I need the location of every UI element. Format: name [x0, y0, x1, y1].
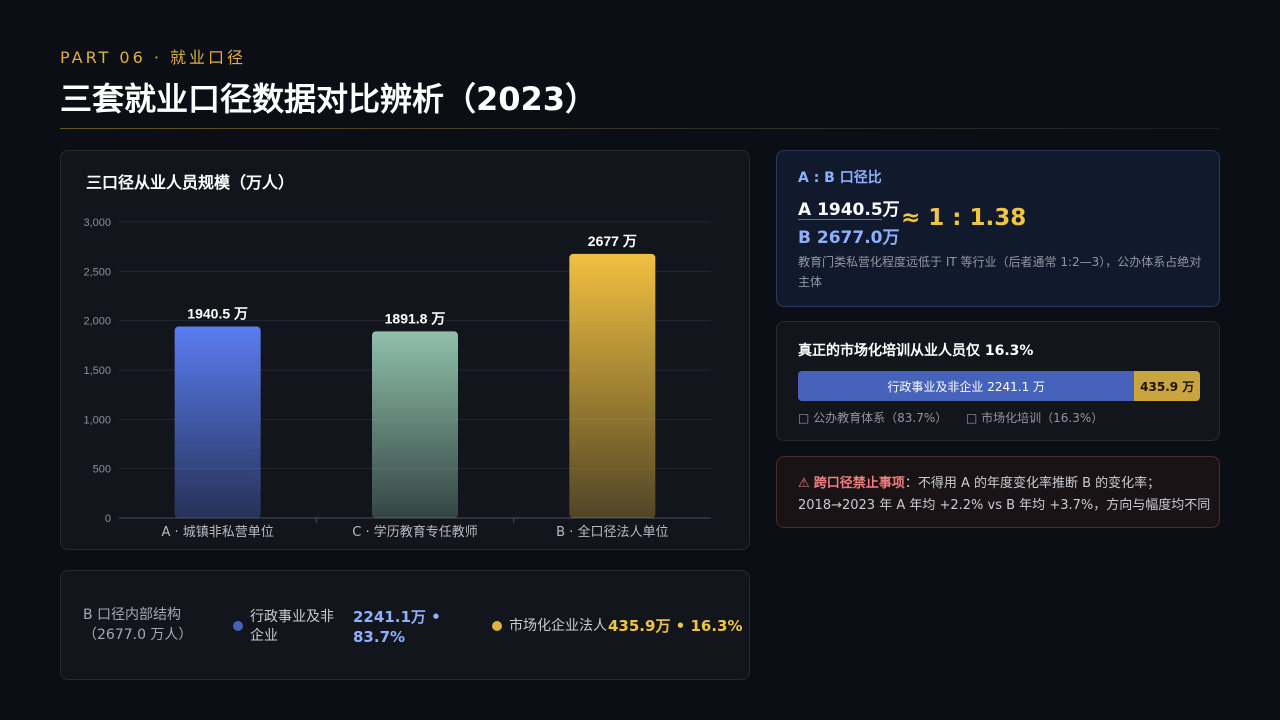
legend-dot-nonenterprise: [233, 621, 243, 631]
legend-dot-market: [492, 621, 502, 631]
warning-line-1: ⚠ 跨口径禁止事项：不得用 A 的年度变化率推断 B 的变化率；: [798, 472, 1160, 491]
market-card: 真正的市场化培训从业人员仅 16.3% 行政事业及非企业 2241.1 万 43…: [776, 321, 1220, 441]
y-tick-label: 1,000: [83, 414, 111, 426]
bar: [569, 253, 656, 518]
fraction-line: [798, 219, 882, 220]
ratio-card: A : B 口径比 A 1940.5万 B 2677.0万 ≈ 1 : 1.38…: [776, 150, 1220, 307]
structure-item-value: 435.9万 • 16.3%: [608, 617, 743, 635]
bar-data-label: 1891.8 万: [385, 310, 446, 326]
y-tick-label: 500: [93, 464, 111, 476]
stacked-bar-segment-public: 行政事业及非企业 2241.1 万: [798, 371, 1135, 401]
stacked-bar-segment-market: 435.9 万: [1134, 371, 1200, 401]
structure-item-name: 行政事业及非企业: [250, 609, 334, 644]
warning-text: ：不得用 A 的年度变化率推断 B 的变化率；: [904, 476, 1161, 491]
warning-icon: ⚠: [798, 476, 810, 491]
ratio-value: ≈ 1 : 1.38: [901, 205, 1027, 231]
part-label: PART 06 · 就业口径: [60, 48, 247, 67]
y-tick-label: 0: [105, 513, 111, 525]
chart-title: 三口径从业人员规模（万人）: [86, 173, 295, 192]
x-category-label: B · 全口径法人单位: [556, 524, 668, 540]
ratio-numerator: A 1940.5万: [798, 200, 900, 220]
y-tick-label: 2,500: [83, 266, 111, 278]
warning-line-2: 2018→2023 年 A 年均 +2.2% vs B 年均 +3.7%，方向与…: [798, 498, 1211, 513]
page-title: 三套就业口径数据对比辨析（2023）: [60, 80, 598, 118]
x-category-label: C · 学历教育专任教师: [352, 524, 477, 540]
warning-title: 跨口径禁止事项: [813, 476, 905, 491]
title-divider: [60, 128, 1220, 129]
x-category-label: A · 城镇非私营单位: [162, 525, 274, 540]
market-heading: 真正的市场化培训从业人员仅 16.3%: [798, 343, 1034, 359]
stacked-bar: 行政事业及非企业 2241.1 万 435.9 万: [798, 371, 1200, 401]
structure-item-value: 2241.1万 • 83.7%: [353, 608, 441, 646]
ratio-heading: A : B 口径比: [798, 170, 882, 186]
ratio-note: 教育门类私营化程度远低于 IT 等行业（后者通常 1:2—3），公办体系占绝对主…: [798, 255, 1202, 289]
structure-label: B 口径内部结构（2677.0 万人）: [83, 607, 193, 643]
chart-card: 0 500 1,000 1,500 2,000 2,500 3,000 1940.5 万 A ·…: [60, 150, 750, 550]
structure-item-name: 市场化企业法人: [509, 618, 607, 634]
y-tick-label: 1,500: [83, 365, 111, 377]
bar: [372, 331, 458, 518]
y-tick-label: 3,000: [83, 217, 111, 229]
bar-chart: 0 500 1,000 1,500 2,000 2,500 3,000 1940.5 万 A ·…: [83, 217, 711, 540]
bar-data-label: 2677 万: [588, 233, 637, 249]
legend-market: □ 市场化培训（16.3%）: [966, 411, 1104, 425]
structure-card: B 口径内部结构（2677.0 万人） 行政事业及非企业 2241.1万 • 8…: [60, 570, 750, 680]
bar: [174, 326, 261, 518]
bar-data-label: 1940.5 万: [187, 306, 248, 322]
warning-card: ⚠ 跨口径禁止事项：不得用 A 的年度变化率推断 B 的变化率； 2018→20…: [776, 456, 1220, 528]
y-tick-label: 2,000: [83, 316, 111, 328]
ratio-denominator: B 2677.0万: [798, 228, 900, 248]
legend-public: □ 公办教育体系（83.7%）: [798, 411, 948, 425]
